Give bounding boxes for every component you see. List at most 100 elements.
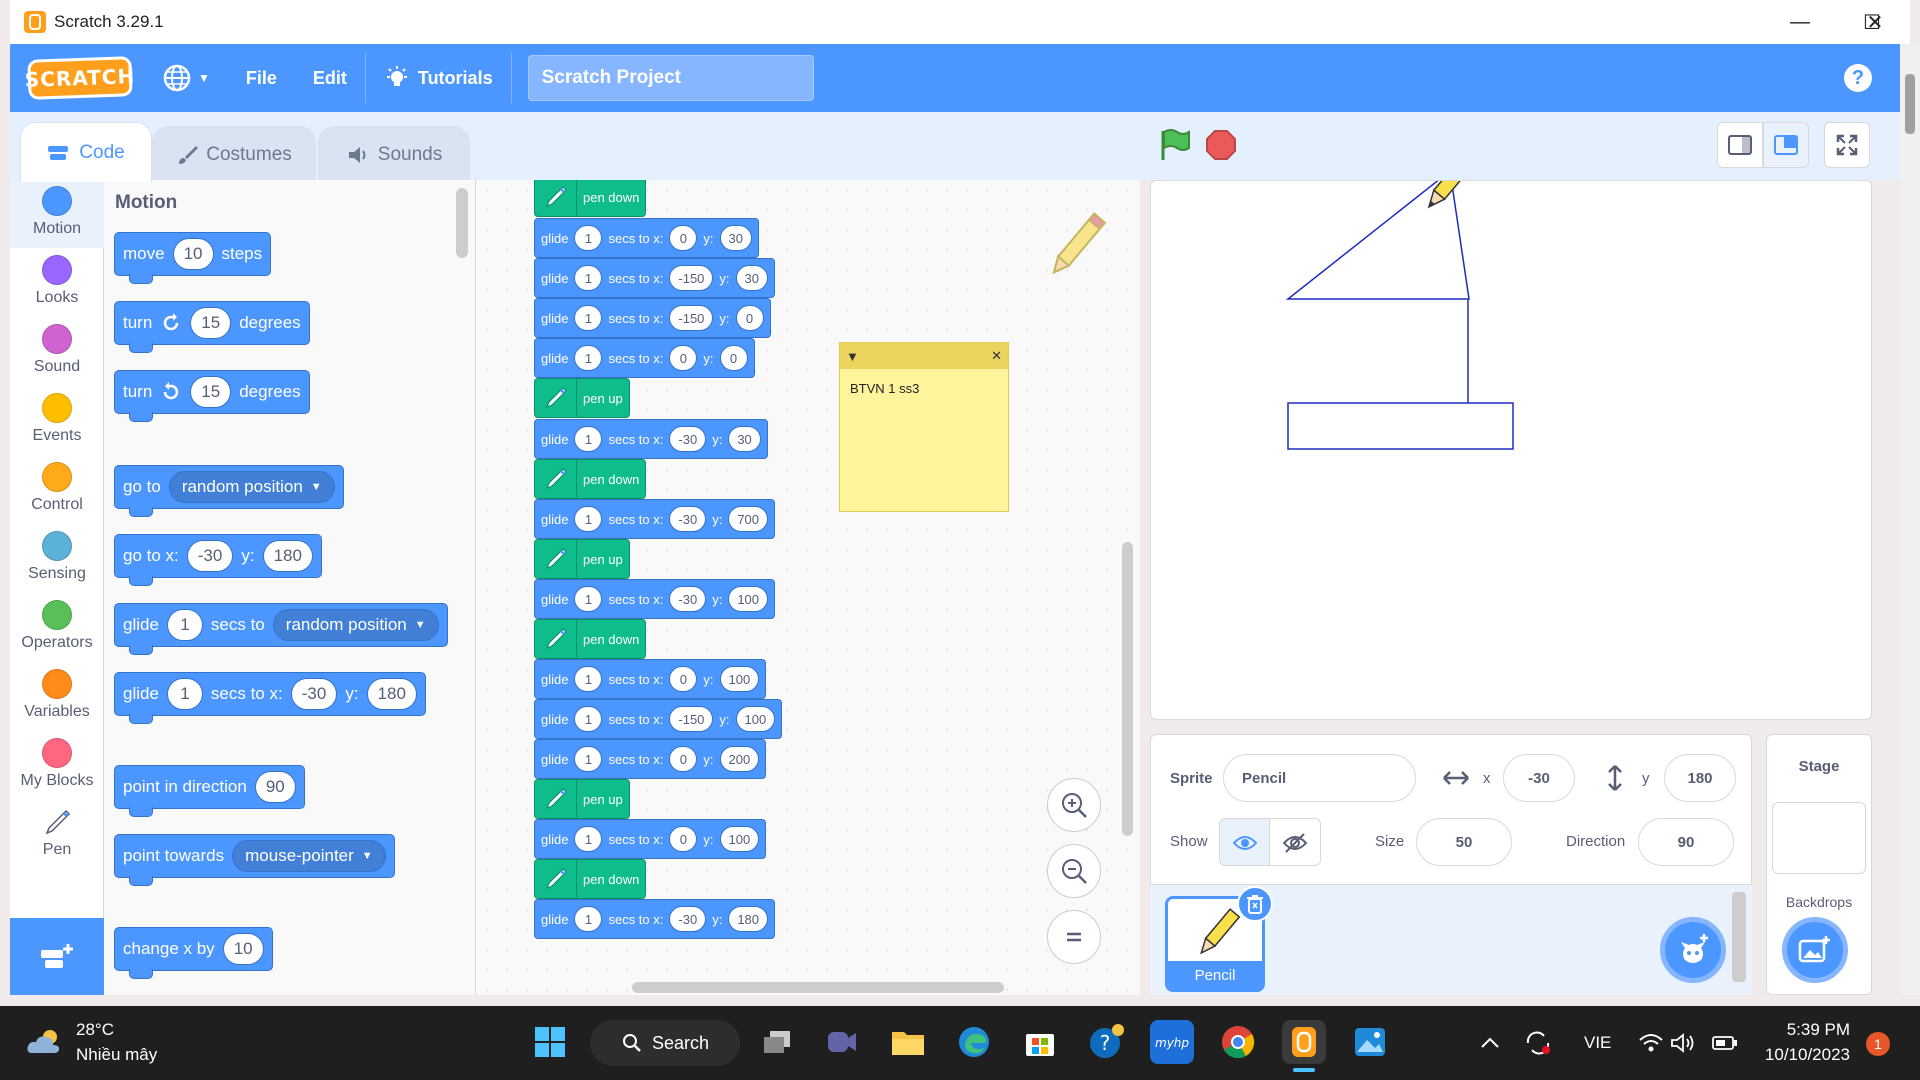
y-input[interactable]: 100 [719, 666, 760, 692]
x-input[interactable]: -30 [290, 678, 338, 710]
category-control[interactable]: Control [10, 456, 104, 524]
secs-input[interactable]: 1 [574, 305, 603, 331]
change-input[interactable]: 10 [222, 933, 264, 965]
secs-input[interactable]: 1 [166, 609, 203, 641]
secs-input[interactable]: 1 [574, 706, 603, 732]
x-input[interactable]: -30 [669, 906, 707, 932]
clock-date[interactable]: 10/10/2023 [1750, 1045, 1850, 1065]
file-menu[interactable]: File [228, 44, 295, 112]
y-input[interactable]: 180 [366, 678, 417, 710]
chevron-up-icon[interactable] [1480, 1035, 1500, 1049]
point-towards-block[interactable]: point towards mouse-pointer ▼ [114, 834, 395, 886]
pen-down-block[interactable]: pen down [534, 619, 647, 659]
scratch-logo[interactable]: SCRATCH [24, 56, 136, 100]
x-input[interactable]: -150 [669, 265, 714, 291]
hide-sprite-button[interactable] [1270, 819, 1320, 865]
secs-input[interactable]: 1 [574, 746, 603, 772]
x-input[interactable]: -30 [669, 506, 707, 532]
y-input[interactable]: 30 [728, 426, 761, 452]
language-menu[interactable]: ▼ [132, 44, 228, 112]
photos-app[interactable] [1348, 1020, 1392, 1064]
glide-to-xy-block[interactable]: glide 1 secs to x: 0 y: 100 [534, 659, 767, 699]
x-input[interactable]: 0 [669, 225, 698, 251]
glide-to-xy-block[interactable]: glide 1 secs to x: 0 y: 100 [534, 819, 767, 859]
normal-stage-button[interactable] [1763, 122, 1809, 168]
sprite-y-input[interactable]: 180 [1664, 754, 1736, 802]
sprite-size-input[interactable]: 50 [1416, 818, 1512, 866]
tab-costumes[interactable]: Costumes [152, 126, 316, 182]
get-help-app[interactable]: ? [1084, 1020, 1128, 1064]
y-input[interactable]: 30 [719, 225, 752, 251]
chrome-app[interactable] [1216, 1020, 1260, 1064]
y-input[interactable]: 200 [719, 746, 760, 772]
block-input[interactable]: 15 [190, 376, 232, 408]
y-input[interactable]: 100 [735, 706, 776, 732]
stage-thumbnail[interactable] [1772, 802, 1866, 874]
glide-to-block[interactable]: glide 1 secs to random position ▼ [114, 603, 448, 655]
glide-to-xy-block[interactable]: glide 1 secs to x: -30 y: 30 [534, 419, 768, 459]
workspace-horizontal-scrollbar[interactable] [632, 982, 1004, 993]
glide-to-xy-block[interactable]: glide 1 secs to x: 0 y: 0 [534, 338, 755, 378]
change-x-block[interactable]: change x by 10 [114, 927, 273, 979]
glide-to-xy-block[interactable]: glide 1 secs to x: -30 y: 180 [534, 899, 776, 939]
glide-to-xy-block[interactable]: glide 1 secs to x: 0 y: 200 [534, 739, 767, 779]
category-motion[interactable]: Motion [10, 180, 104, 248]
secs-input[interactable]: 1 [574, 225, 603, 251]
secs-input[interactable]: 1 [574, 345, 603, 371]
glide-to-xy-block[interactable]: glide 1 secs to x: -150 y: 0 [534, 298, 771, 338]
edge-browser-app[interactable] [952, 1020, 996, 1064]
show-sprite-button[interactable] [1220, 819, 1271, 865]
y-input[interactable]: 180 [262, 540, 313, 572]
pen-up-block[interactable]: pen up [534, 378, 630, 418]
fullscreen-button[interactable] [1824, 122, 1870, 168]
add-extension-button[interactable] [10, 918, 104, 995]
go-to-dropdown[interactable]: random position ▼ [168, 471, 335, 503]
x-input[interactable]: 0 [669, 345, 698, 371]
sprite-direction-input[interactable]: 90 [1638, 818, 1734, 866]
y-input[interactable]: 100 [728, 586, 769, 612]
palette-scrollbar[interactable] [456, 188, 468, 258]
clock-time[interactable]: 5:39 PM [1760, 1020, 1850, 1040]
sprite-name-input[interactable]: Pencil [1223, 754, 1416, 802]
y-input[interactable]: 0 [719, 345, 748, 371]
sprite-list-scrollbar[interactable] [1732, 892, 1746, 982]
microsoft-store-app[interactable] [1018, 1020, 1062, 1064]
secs-input[interactable]: 1 [166, 678, 203, 710]
glide-to-dropdown[interactable]: random position ▼ [272, 609, 439, 641]
task-view-button[interactable] [755, 1020, 799, 1064]
delete-sprite-button[interactable] [1237, 886, 1273, 922]
battery-icon[interactable] [1712, 1035, 1738, 1051]
file-explorer-app[interactable] [886, 1020, 930, 1064]
pen-up-block[interactable]: pen up [534, 539, 630, 579]
category-my-blocks[interactable]: My Blocks [10, 732, 104, 800]
y-input[interactable]: 30 [735, 265, 769, 291]
secs-input[interactable]: 1 [574, 426, 603, 452]
secs-input[interactable]: 1 [574, 666, 603, 692]
window-scrollbar[interactable] [1900, 44, 1920, 995]
window-scroll-thumb[interactable] [1905, 74, 1915, 134]
myhp-app[interactable]: myhp [1150, 1020, 1194, 1064]
zoom-reset-button[interactable] [1047, 910, 1101, 964]
x-input[interactable]: -30 [669, 426, 707, 452]
teams-app[interactable] [820, 1020, 864, 1064]
small-stage-button[interactable] [1717, 122, 1763, 168]
y-input[interactable]: 0 [735, 305, 764, 331]
category-looks[interactable]: Looks [10, 249, 104, 317]
go-to-block[interactable]: go to random position ▼ [114, 465, 344, 517]
x-input[interactable]: -150 [669, 706, 714, 732]
glide-to-xy-block[interactable]: glide 1 secs to x: -30 y: 100 [534, 579, 776, 619]
pen-down-block[interactable]: pen down [534, 180, 647, 217]
glide-to-xy-block[interactable]: glide 1 secs to x: -30 y: 180 [114, 672, 426, 724]
glide-to-xy-block[interactable]: glide 1 secs to x: 0 y: 30 [534, 218, 759, 258]
input-language[interactable]: VIE [1584, 1033, 1611, 1053]
category-events[interactable]: Events [10, 387, 104, 455]
block-input[interactable]: 10 [172, 238, 214, 270]
x-input[interactable]: 0 [669, 746, 698, 772]
glide-to-xy-block[interactable]: glide 1 secs to x: -150 y: 100 [534, 699, 783, 739]
comment-note[interactable]: ▼ ✕ BTVN 1 ss3 [839, 342, 1009, 512]
y-input[interactable]: 700 [728, 506, 769, 532]
comment-text[interactable]: BTVN 1 ss3 [840, 369, 1008, 408]
notification-badge[interactable]: 1 [1866, 1032, 1890, 1056]
turn-right-block[interactable]: turn 15 degrees [114, 301, 310, 353]
workspace-vertical-scrollbar[interactable] [1122, 542, 1133, 836]
